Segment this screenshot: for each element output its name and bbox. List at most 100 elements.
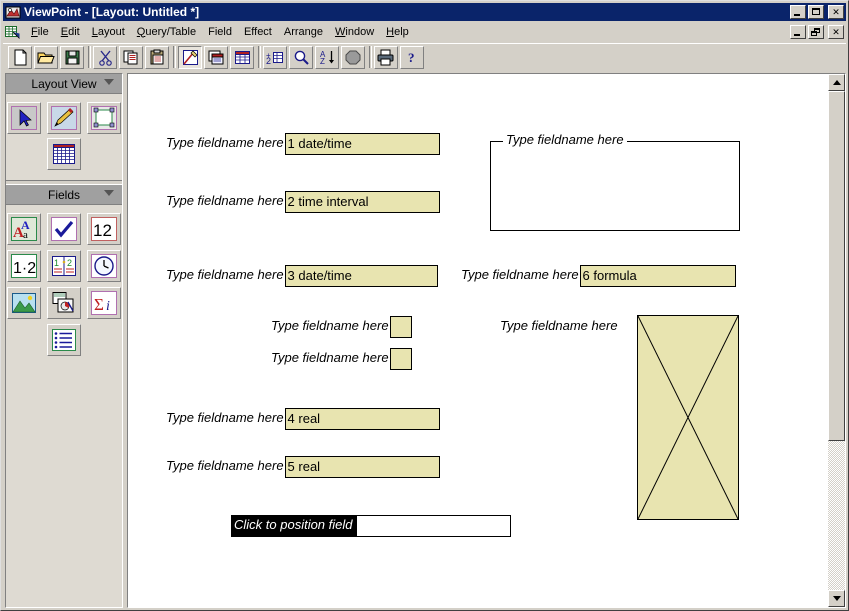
new-document-button[interactable] (8, 46, 32, 69)
selected-field-value-box[interactable] (355, 515, 511, 537)
octagon-icon (345, 50, 360, 65)
field-value-box[interactable] (389, 348, 412, 370)
print-button[interactable] (374, 46, 398, 69)
svg-text:i: i (106, 299, 110, 314)
menu-item-field[interactable]: Field (202, 25, 238, 40)
app-logo-icon (5, 5, 21, 20)
list-field-tool[interactable] (47, 324, 81, 356)
menu-item-file[interactable]: File (25, 25, 55, 40)
menu-item-query-table[interactable]: Query/Table (131, 25, 202, 40)
grid-tool[interactable] (47, 138, 81, 170)
field-row-1[interactable]: Type fieldname here 1 date/time (166, 133, 440, 155)
help-button[interactable]: ? (400, 46, 424, 69)
scroll-down-icon (832, 596, 841, 601)
menu-item-effect[interactable]: Effect (238, 25, 278, 40)
close-button[interactable]: ✕ (828, 5, 844, 19)
cut-button[interactable] (93, 46, 117, 69)
text-field-tool[interactable]: A A a (7, 213, 41, 245)
chevron-down-icon[interactable] (104, 190, 114, 196)
field-row-6[interactable]: Type fieldname here 6 formula (461, 265, 736, 287)
save-document-button[interactable] (60, 46, 84, 69)
sort-button[interactable]: A Z (315, 46, 339, 69)
field-row-selected[interactable]: Click to position field (231, 515, 511, 537)
integer-field-tool[interactable]: 12 (87, 213, 121, 245)
field-row-boolean-a[interactable]: Type fieldname here (271, 316, 412, 338)
draw-tool[interactable] (47, 102, 81, 134)
field-label[interactable]: Type fieldname here (166, 191, 285, 213)
scissors-icon (98, 50, 112, 66)
toolbar: + 2 A Z ? (3, 43, 846, 71)
field-value-box[interactable]: 4 real (284, 408, 440, 430)
field-value-box[interactable]: 1 date/time (284, 133, 440, 155)
field-value-box[interactable]: 5 real (284, 456, 440, 478)
select-frame-tool[interactable] (87, 102, 121, 134)
menu-item-window[interactable]: Window (329, 25, 380, 40)
image-field-tool[interactable] (7, 287, 41, 319)
decimal-1-2-icon: 1·2 (11, 254, 37, 278)
document-window-icon[interactable] (5, 25, 21, 40)
selected-field-label[interactable]: Click to position field (231, 515, 356, 537)
child-minimize-button[interactable] (790, 25, 806, 39)
child-restore-button[interactable] (808, 25, 824, 39)
open-document-button[interactable] (34, 46, 58, 69)
field-label[interactable]: Type fieldname here (271, 316, 390, 338)
stop-button[interactable] (341, 46, 365, 69)
field-row-2[interactable]: Type fieldname here 2 time interval (166, 191, 440, 213)
menu-item-edit[interactable]: Edit (55, 25, 86, 40)
time-field-tool[interactable] (87, 250, 121, 282)
field-row-5[interactable]: Type fieldname here 5 real (166, 456, 440, 478)
field-value-box[interactable]: 2 time interval (284, 191, 440, 213)
menu-item-help[interactable]: Help (380, 25, 415, 40)
form-view-button[interactable] (204, 46, 228, 69)
title-bar: ViewPoint - [Layout: Untitled *] ✕ (3, 3, 846, 21)
bullet-list-icon (52, 329, 76, 351)
field-label[interactable]: Type fieldname here (500, 316, 619, 336)
find-button[interactable] (289, 46, 313, 69)
field-label[interactable]: Type fieldname here (166, 265, 285, 287)
boolean-field-tool[interactable] (47, 213, 81, 245)
field-value-box[interactable]: 3 date/time (284, 265, 438, 287)
image-field-label-row[interactable]: Type fieldname here (500, 316, 619, 336)
field-value-box[interactable]: 6 formula (579, 265, 736, 287)
chevron-down-icon[interactable] (104, 79, 114, 85)
table-view-button[interactable] (230, 46, 254, 69)
pointer-tool[interactable] (7, 102, 41, 134)
field-label[interactable]: Type fieldname here (271, 348, 390, 370)
toolbar-separator (366, 46, 373, 69)
layout-canvas[interactable]: Type fieldname here Type fieldname here … (128, 74, 828, 607)
palette-body-fields: A A a 12 1·2 1 2 Σ i (6, 205, 122, 366)
menu-bar: File Edit Layout Query/Table Field Effec… (3, 23, 846, 41)
query-builder-button[interactable]: + 2 (263, 46, 287, 69)
field-label[interactable]: Type fieldname here (166, 408, 285, 430)
field-row-3[interactable]: Type fieldname here 3 date/time (166, 265, 438, 287)
vertical-scroll-thumb[interactable] (828, 91, 845, 441)
menu-item-layout[interactable]: Layout (86, 25, 131, 40)
grid-icon (53, 144, 75, 164)
copy-button[interactable] (119, 46, 143, 69)
scroll-down-button[interactable] (828, 590, 845, 607)
field-label[interactable]: Type fieldname here (166, 133, 285, 155)
paste-button[interactable] (145, 46, 169, 69)
palette-header-fields[interactable]: Fields (6, 185, 122, 205)
layout-view-button[interactable] (178, 46, 202, 69)
palette-header-layout-view[interactable]: Layout View (6, 74, 122, 94)
image-placeholder-field[interactable] (637, 315, 739, 520)
minimize-button[interactable] (790, 5, 806, 19)
field-value-box[interactable] (389, 316, 412, 338)
svg-text:2: 2 (266, 56, 271, 66)
field-row-4[interactable]: Type fieldname here 4 real (166, 408, 440, 430)
vertical-scrollbar[interactable] (828, 74, 845, 607)
field-label[interactable]: Type fieldname here (166, 456, 285, 478)
maximize-button[interactable] (808, 5, 824, 19)
field-row-boolean-b[interactable]: Type fieldname here (271, 348, 412, 370)
vertical-scroll-track[interactable] (828, 91, 845, 590)
ole-field-tool[interactable] (47, 287, 81, 319)
scroll-up-button[interactable] (828, 74, 845, 91)
menu-item-arrange[interactable]: Arrange (278, 25, 329, 40)
sequence-field-tool[interactable]: 1 2 (47, 250, 81, 282)
field-label[interactable]: Type fieldname here (461, 265, 580, 287)
formula-field-tool[interactable]: Σ i (87, 287, 121, 319)
real-field-tool[interactable]: 1·2 (7, 250, 41, 282)
memo-group-frame[interactable]: Type fieldname here (490, 132, 740, 231)
child-close-button[interactable]: ✕ (828, 25, 844, 39)
